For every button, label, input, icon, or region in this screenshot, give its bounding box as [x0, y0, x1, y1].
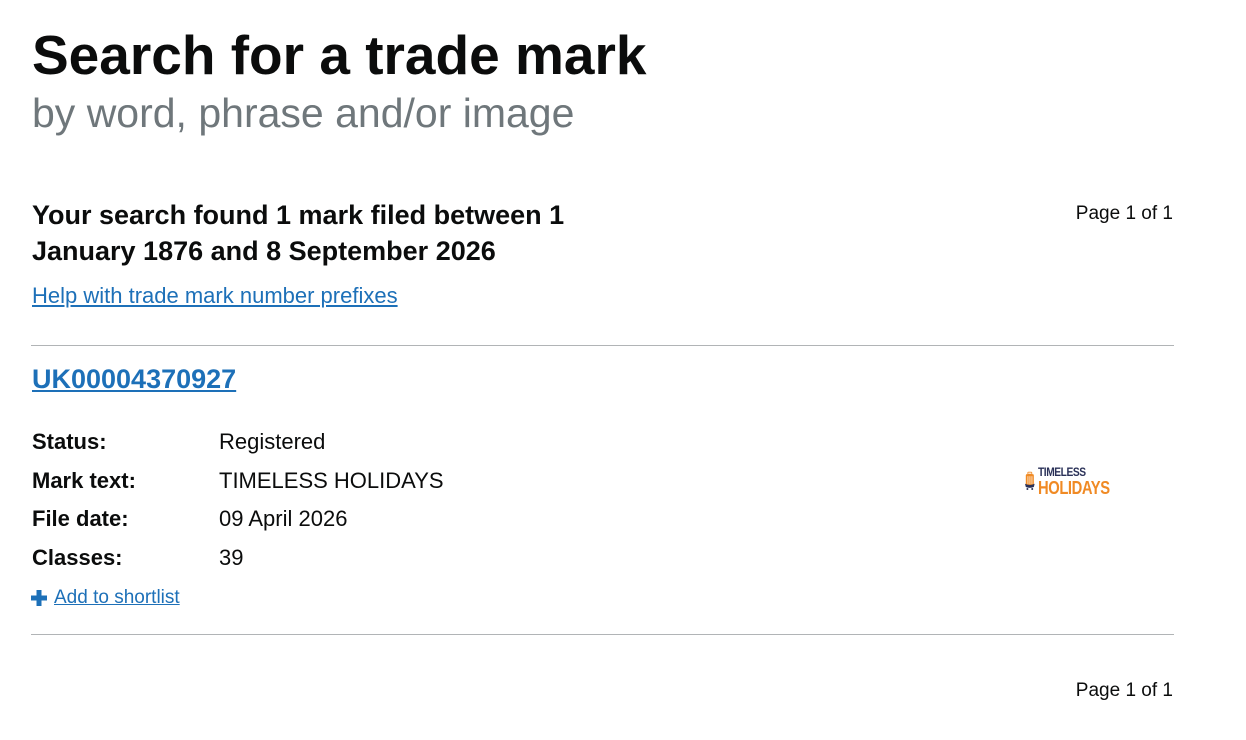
plus-icon — [31, 590, 47, 606]
detail-row-classes: Classes: 39 — [32, 542, 732, 581]
logo-word-holidays: HOLIDAYS — [1037, 477, 1110, 498]
divider-top — [31, 345, 1174, 346]
detail-label: Status: — [32, 429, 107, 454]
detail-label: Classes: — [32, 545, 123, 571]
divider-bottom — [31, 634, 1174, 635]
detail-label: File date: — [32, 506, 129, 532]
detail-label: Mark text: — [32, 467, 136, 493]
mark-details: Status: Registered Mark text: TIMELESS H… — [32, 426, 732, 581]
detail-value: 39 — [219, 545, 244, 571]
add-to-shortlist-link[interactable]: Add to shortlist — [54, 586, 180, 610]
page-indicator-top: Page 1 of 1 — [1075, 203, 1173, 224]
page-title: Search for a trade mark — [32, 24, 647, 86]
mark-number-link[interactable]: UK00004370927 — [32, 362, 236, 396]
luggage-icon — [1025, 471, 1035, 491]
detail-value: 09 April 2026 — [219, 506, 348, 532]
detail-value: TIMELESS HOLIDAYS — [219, 467, 444, 493]
add-to-shortlist[interactable]: Add to shortlist — [31, 586, 180, 610]
page-subtitle: by word, phrase and/or image — [32, 90, 575, 136]
detail-row-mark-text: Mark text: TIMELESS HOLIDAYS — [32, 465, 732, 504]
trade-mark-image: TIMELESS HOLIDAYS — [1025, 456, 1125, 506]
page-indicator-bottom: Page 1 of 1 — [1075, 680, 1173, 701]
detail-value: Registered — [219, 429, 326, 454]
results-summary: Your search found 1 mark filed between 1… — [32, 200, 565, 266]
detail-row-file-date: File date: 09 April 2026 — [32, 503, 732, 542]
detail-row-status: Status: Registered — [32, 426, 732, 465]
help-prefixes-link[interactable]: Help with trade mark number prefixes — [32, 282, 398, 310]
